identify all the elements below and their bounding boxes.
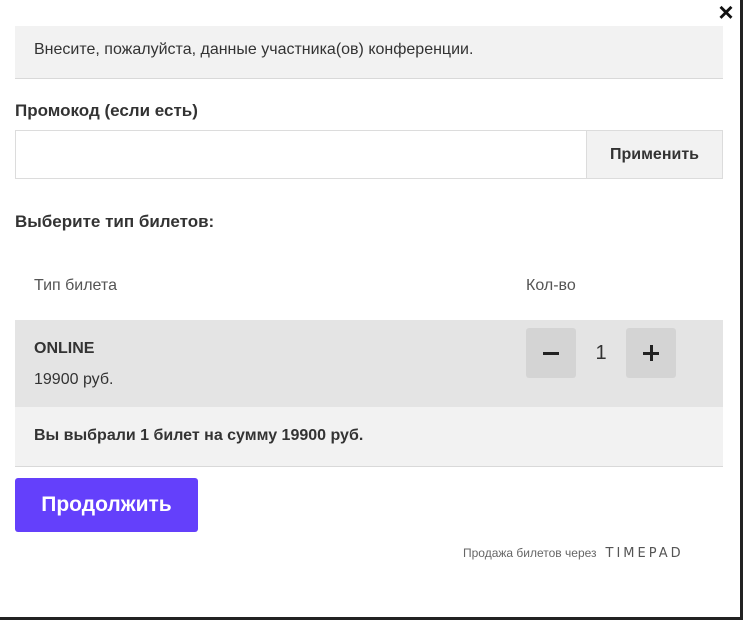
tickets-section-title: Выберите тип билетов: [15, 212, 215, 231]
summary-text: Вы выбрали 1 билет на сумму 19900 руб. [34, 427, 364, 444]
plus-icon [643, 345, 659, 361]
ticket-price: 19900 руб. [34, 371, 114, 388]
info-banner: Внесите, пожалуйста, данные участника(ов… [15, 26, 723, 79]
column-header-quantity: Кол-во [526, 277, 576, 294]
order-summary: Вы выбрали 1 билет на сумму 19900 руб. [15, 407, 723, 467]
ticket-name: ONLINE [34, 340, 95, 357]
promo-input[interactable] [15, 130, 587, 179]
increase-quantity-button[interactable] [626, 328, 676, 378]
timepad-logo[interactable]: TIMEPAD [606, 546, 684, 561]
apply-promo-button[interactable]: Применить [586, 130, 723, 179]
ticket-row: ONLINE 19900 руб. 1 [15, 320, 723, 407]
continue-button[interactable]: Продолжить [15, 478, 198, 532]
ticket-quantity: 1 [595, 342, 607, 364]
footer-text: Продажа билетов через [463, 546, 597, 560]
close-icon[interactable]: × [715, 0, 737, 25]
minus-icon [543, 351, 559, 355]
decrease-quantity-button[interactable] [526, 328, 576, 378]
footer: Продажа билетов через TIMEPAD [463, 544, 728, 562]
promo-label: Промокод (если есть) [15, 101, 198, 120]
promo-group: Применить [15, 130, 723, 179]
info-text: Внесите, пожалуйста, данные участника(ов… [34, 41, 474, 58]
registration-modal: × Внесите, пожалуйста, данные участника(… [0, 0, 743, 620]
column-header-ticket-type: Тип билета [34, 277, 117, 294]
